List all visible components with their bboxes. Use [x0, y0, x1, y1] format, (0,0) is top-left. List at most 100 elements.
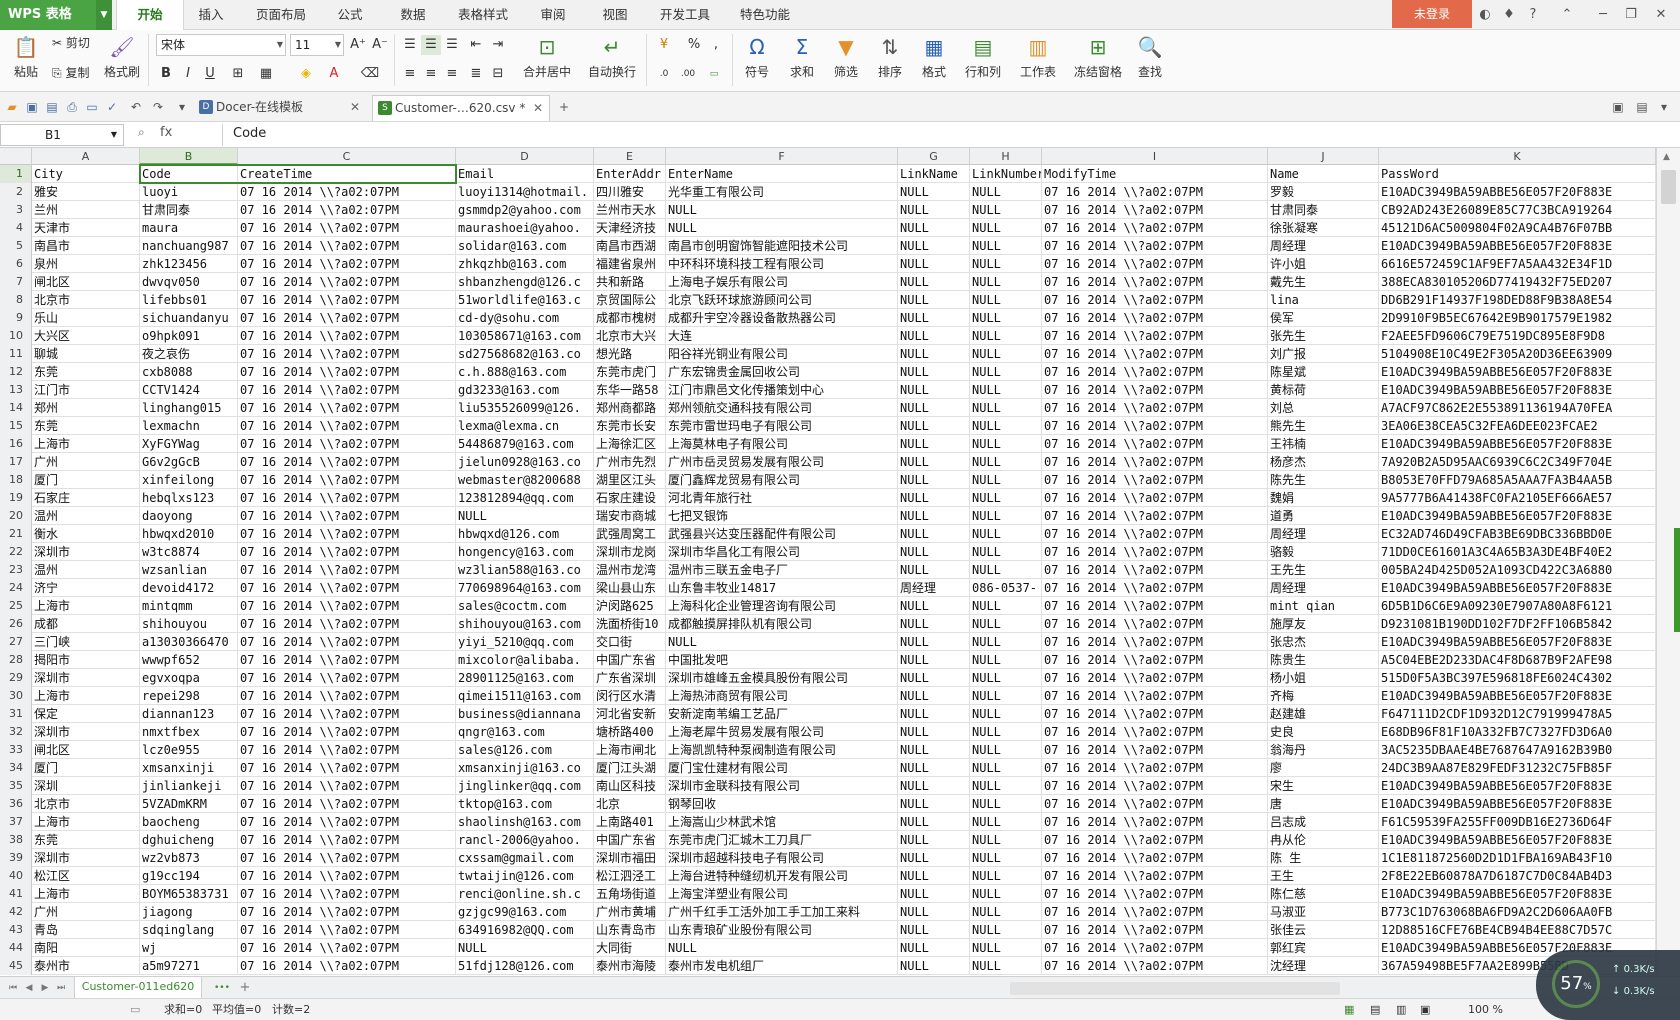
cell-j4[interactable]: 徐张凝寒 — [1268, 219, 1379, 237]
cell-f38[interactable]: 东莞市虎门汇城木工刀具厂 — [666, 831, 898, 849]
cell-j29[interactable]: 杨小姐 — [1268, 669, 1379, 687]
fx-icon[interactable]: fx — [160, 125, 172, 140]
cell-format-icon[interactable]: ▭ — [704, 64, 724, 84]
cell-j9[interactable]: 侯军 — [1268, 309, 1379, 327]
copy-button[interactable]: ⎘ 复制 — [52, 64, 102, 81]
cell-g44[interactable]: NULL — [898, 939, 970, 957]
cell-i35[interactable]: 07 16 2014 \\?a02:07PM — [1042, 777, 1268, 795]
fill-color-icon[interactable]: ◈ — [296, 64, 316, 84]
cell-c28[interactable]: 07 16 2014 \\?a02:07PM — [238, 651, 456, 669]
cell-h6[interactable]: NULL — [970, 255, 1042, 273]
new-tab-icon[interactable]: + — [556, 99, 572, 115]
cell-i24[interactable]: 07 16 2014 \\?a02:07PM — [1042, 579, 1268, 597]
cell-h42[interactable]: NULL — [970, 903, 1042, 921]
cell-h43[interactable]: NULL — [970, 921, 1042, 939]
cell-e38[interactable]: 中国广东省 — [594, 831, 666, 849]
cell-b39[interactable]: wz2vb873 — [140, 849, 238, 867]
column-header-i[interactable]: I — [1042, 148, 1268, 165]
doc-tab-customer-csv[interactable]: S Customer-…620.csv * ✕ — [372, 95, 550, 121]
row-header[interactable]: 5 — [0, 237, 32, 255]
cell-d7[interactable]: shbanzhengd@126.c — [456, 273, 594, 291]
cell-j43[interactable]: 张佳云 — [1268, 921, 1379, 939]
cell-c20[interactable]: 07 16 2014 \\?a02:07PM — [238, 507, 456, 525]
cell-d3[interactable]: gsmmdp2@yahoo.com — [456, 201, 594, 219]
cell-g18[interactable]: NULL — [898, 471, 970, 489]
cell-h23[interactable]: NULL — [970, 561, 1042, 579]
align-top-icon[interactable]: ☰ — [400, 35, 420, 55]
cell-b37[interactable]: baocheng — [140, 813, 238, 831]
cell-a42[interactable]: 广州 — [32, 903, 140, 921]
doc-tab-docer[interactable]: D Docer-在线模板 ✕ — [194, 95, 366, 121]
cell-j38[interactable]: 冉从伦 — [1268, 831, 1379, 849]
row-header[interactable]: 26 — [0, 615, 32, 633]
increase-decimal-icon[interactable]: .0 — [654, 64, 674, 84]
cell-f36[interactable]: 钢琴回收 — [666, 795, 898, 813]
cell-c30[interactable]: 07 16 2014 \\?a02:07PM — [238, 687, 456, 705]
align-left-icon[interactable]: ≡ — [400, 64, 420, 84]
cell-h39[interactable]: NULL — [970, 849, 1042, 867]
cell-b10[interactable]: o9hpk091 — [140, 327, 238, 345]
cell-i17[interactable]: 07 16 2014 \\?a02:07PM — [1042, 453, 1268, 471]
cell-h36[interactable]: NULL — [970, 795, 1042, 813]
cell-g25[interactable]: NULL — [898, 597, 970, 615]
cell-k26[interactable]: D9231081B190DD102F7DF2FF106B5842 — [1379, 615, 1656, 633]
cell-e44[interactable]: 大同街 — [594, 939, 666, 957]
cell-g24[interactable]: 周经理 — [898, 579, 970, 597]
cell-e37[interactable]: 上南路401 — [594, 813, 666, 831]
cell-f14[interactable]: 郑州领航交通科技有限公司 — [666, 399, 898, 417]
cell-a40[interactable]: 松江区 — [32, 867, 140, 885]
cell-c33[interactable]: 07 16 2014 \\?a02:07PM — [238, 741, 456, 759]
cell-b45[interactable]: a5m97271 — [140, 957, 238, 975]
cell-d26[interactable]: shihouyou@163.com — [456, 615, 594, 633]
cell-d2[interactable]: luoyi1314@hotmail. — [456, 183, 594, 201]
bold-icon[interactable]: B — [156, 64, 176, 84]
merge-border-icon[interactable]: ▦ — [256, 64, 276, 84]
cell-b24[interactable]: devoid4172 — [140, 579, 238, 597]
cell-h24[interactable]: 086-0537- — [970, 579, 1042, 597]
cell-a19[interactable]: 石家庄 — [32, 489, 140, 507]
justify-icon[interactable]: ≣ — [466, 64, 486, 84]
cell-i13[interactable]: 07 16 2014 \\?a02:07PM — [1042, 381, 1268, 399]
cell-g21[interactable]: NULL — [898, 525, 970, 543]
cell-a18[interactable]: 厦门 — [32, 471, 140, 489]
cell-b11[interactable]: 夜之哀伤 — [140, 345, 238, 363]
row-header[interactable]: 25 — [0, 597, 32, 615]
cell-g45[interactable]: NULL — [898, 957, 970, 975]
cell-b28[interactable]: wwwpf652 — [140, 651, 238, 669]
cell-c15[interactable]: 07 16 2014 \\?a02:07PM — [238, 417, 456, 435]
cell-f29[interactable]: 深圳市雄峰五金模具股份有限公司 — [666, 669, 898, 687]
cell-j1[interactable]: Name — [1268, 165, 1379, 183]
cell-d30[interactable]: qimei1511@163.com — [456, 687, 594, 705]
cell-f9[interactable]: 成都升宇空冷器设备散热器公司 — [666, 309, 898, 327]
align-right-icon[interactable]: ≡ — [442, 64, 462, 84]
cell-h35[interactable]: NULL — [970, 777, 1042, 795]
cell-h5[interactable]: NULL — [970, 237, 1042, 255]
cell-e42[interactable]: 广州市黄埔 — [594, 903, 666, 921]
cell-f19[interactable]: 河北青年旅行社 — [666, 489, 898, 507]
formula-input[interactable]: Code — [222, 124, 1674, 146]
row-header[interactable]: 31 — [0, 705, 32, 723]
cell-e28[interactable]: 中国广东省 — [594, 651, 666, 669]
cell-c42[interactable]: 07 16 2014 \\?a02:07PM — [238, 903, 456, 921]
cell-e4[interactable]: 天津经济技 — [594, 219, 666, 237]
cell-i39[interactable]: 07 16 2014 \\?a02:07PM — [1042, 849, 1268, 867]
cell-i3[interactable]: 07 16 2014 \\?a02:07PM — [1042, 201, 1268, 219]
cell-f42[interactable]: 广州千红手工活外加工手工加工来料 — [666, 903, 898, 921]
cell-h15[interactable]: NULL — [970, 417, 1042, 435]
cell-c9[interactable]: 07 16 2014 \\?a02:07PM — [238, 309, 456, 327]
cell-f1[interactable]: EnterName — [666, 165, 898, 183]
cell-d20[interactable]: NULL — [456, 507, 594, 525]
cell-k27[interactable]: E10ADC3949BA59ABBE56E057F20F883E — [1379, 633, 1656, 651]
cell-k42[interactable]: B773C1D763068BA6FD9A2C2D606AA0FB — [1379, 903, 1656, 921]
reading-view-icon[interactable]: ▣ — [1420, 1002, 1430, 1018]
cell-e23[interactable]: 温州市龙湾 — [594, 561, 666, 579]
cell-c21[interactable]: 07 16 2014 \\?a02:07PM — [238, 525, 456, 543]
cell-b43[interactable]: sdqinglang — [140, 921, 238, 939]
cell-a35[interactable]: 深圳 — [32, 777, 140, 795]
cell-i9[interactable]: 07 16 2014 \\?a02:07PM — [1042, 309, 1268, 327]
cell-i5[interactable]: 07 16 2014 \\?a02:07PM — [1042, 237, 1268, 255]
row-header[interactable]: 29 — [0, 669, 32, 687]
cell-b25[interactable]: mintqmm — [140, 597, 238, 615]
format-painter-button[interactable]: 🖌 格式刷 — [102, 34, 142, 80]
cell-f43[interactable]: 山东青琅矿业股份有限公司 — [666, 921, 898, 939]
